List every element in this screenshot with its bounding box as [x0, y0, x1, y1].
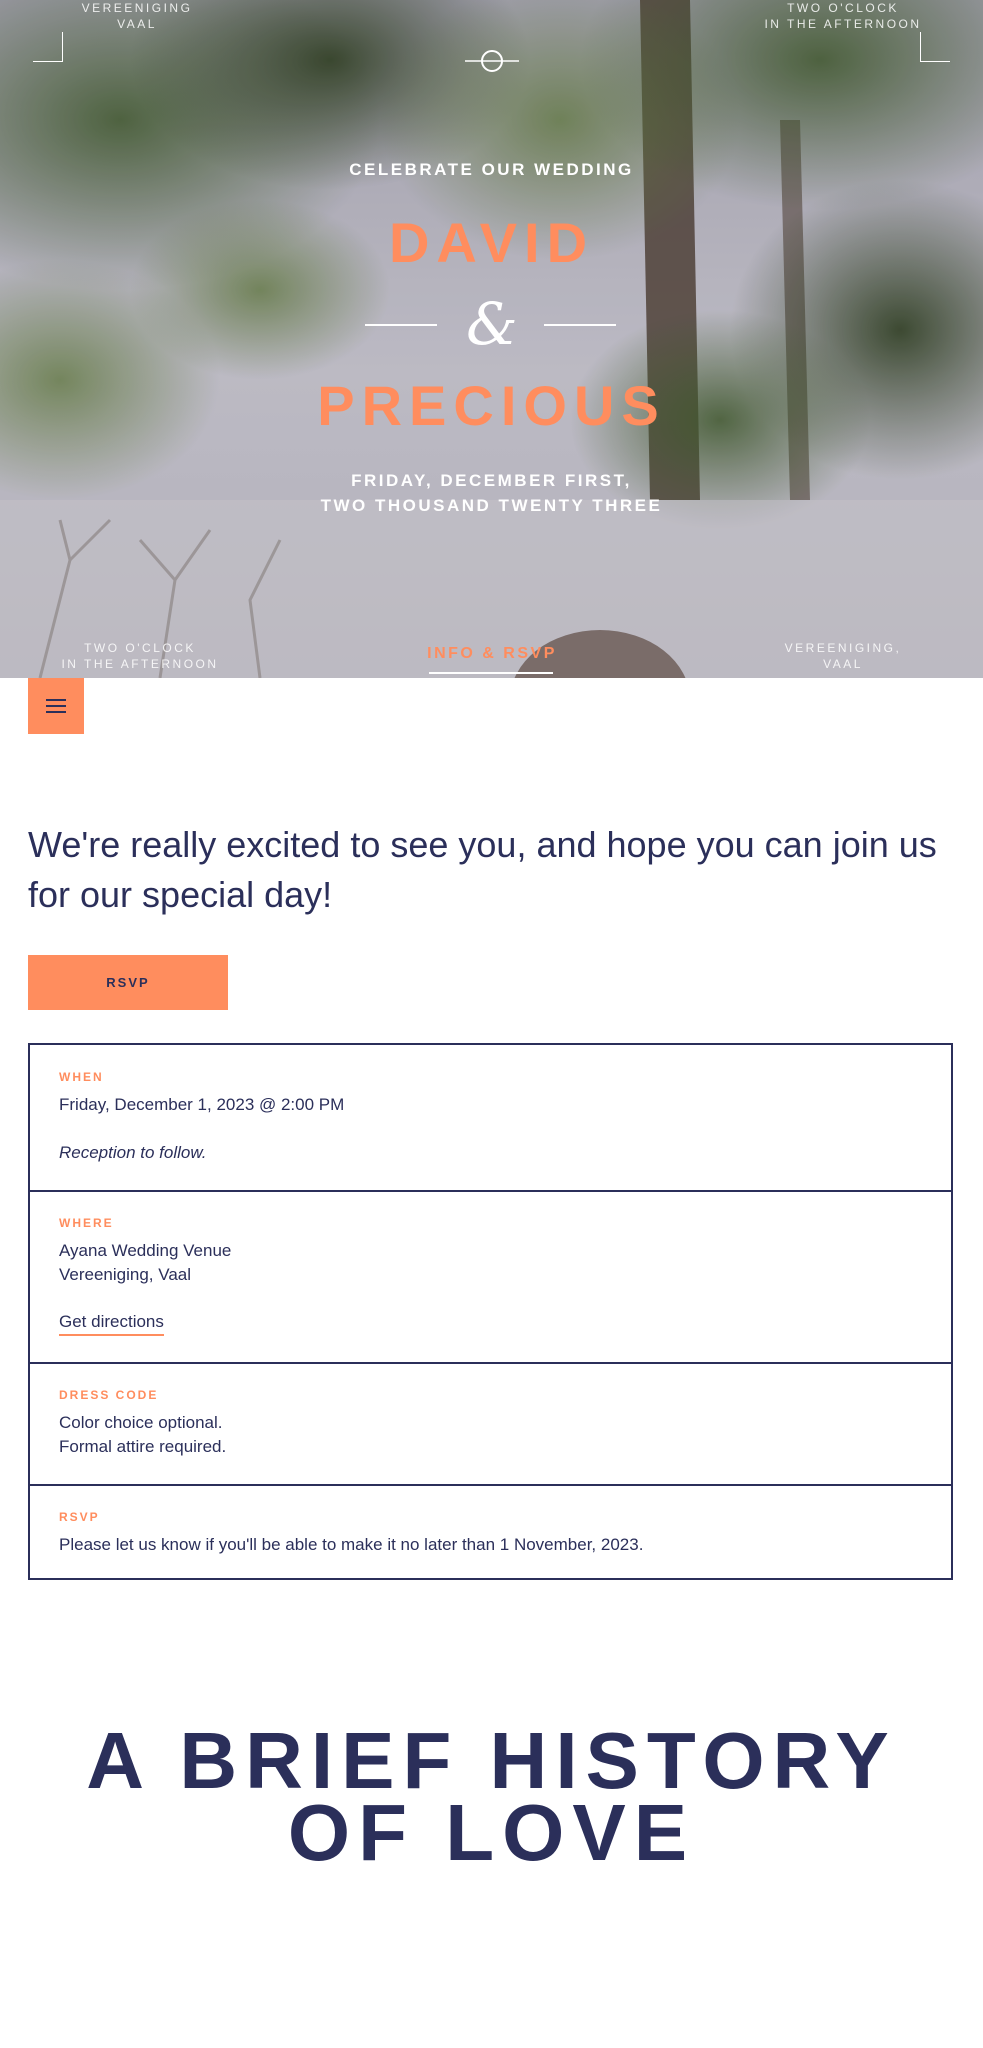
details-when-section: WHEN Friday, December 1, 2023 @ 2:00 PM … [30, 1045, 951, 1190]
hero-name-first: DAVID [388, 211, 595, 274]
hero-kicker: CELEBRATE OUR WEDDING [349, 160, 634, 179]
when-reception-note: Reception to follow. [59, 1143, 207, 1162]
where-venue-location: Vereeniging, Vaal [59, 1265, 192, 1284]
dress-code-line-1: Color choice optional. [59, 1413, 223, 1432]
bottom-right-label-line-1: VEREENIGING, [784, 641, 902, 655]
history-heading-line-2: OF LOVE [287, 1788, 696, 1877]
bottom-left-time-label: TWO O'CLOCK IN THE AFTERNOON [20, 640, 260, 672]
circle-ornament-icon [465, 50, 519, 72]
tab-info-rsvp[interactable]: INFO & RSVP [392, 645, 592, 663]
top-right-time-label: TWO O'CLOCK IN THE AFTERNOON [753, 0, 933, 32]
bottom-right-label-line-2: VAAL [823, 657, 863, 671]
ampersand-icon: & [466, 290, 518, 358]
rsvp-button[interactable]: RSVP [28, 955, 228, 1010]
rsvp-deadline-text: Please let us know if you'll be able to … [59, 1535, 644, 1554]
when-date-time: Friday, December 1, 2023 @ 2:00 PM [59, 1095, 345, 1114]
intro-message: We're really excited to see you, and hop… [28, 824, 937, 915]
dress-code-label: DRESS CODE [59, 1388, 159, 1402]
hero-section: VEREENIGING, VEREENIGING VAAL TWO O'CLOC… [0, 0, 983, 678]
left-divider-line [365, 324, 437, 326]
history-heading-line-1: A BRIEF HISTORY [86, 1716, 897, 1805]
event-details-box: WHEN Friday, December 1, 2023 @ 2:00 PM … [28, 1043, 953, 1580]
hamburger-menu-icon [46, 699, 66, 713]
top-right-corner-bracket [920, 32, 950, 62]
bottom-left-label-line-1: TWO O'CLOCK [84, 641, 196, 655]
hero-name-second: PRECIOUS [317, 374, 666, 437]
get-directions-link[interactable]: Get directions [59, 1312, 164, 1336]
top-left-location-label: VEREENIGING, VEREENIGING VAAL [47, 0, 227, 32]
where-label: WHERE [59, 1216, 114, 1230]
bottom-right-location-label: VEREENIGING, VAAL [723, 640, 963, 672]
bottom-left-label-line-2: IN THE AFTERNOON [61, 657, 219, 671]
active-tab-underline [429, 672, 553, 674]
hero-date-line-1: FRIDAY, DECEMBER FIRST, [351, 471, 632, 490]
details-where-section: WHERE Ayana Wedding Venue Vereeniging, V… [30, 1190, 951, 1362]
ampersand-divider: & [0, 292, 983, 356]
hero-date: FRIDAY, DECEMBER FIRST, TWO THOUSAND TWE… [0, 468, 983, 518]
menu-button[interactable] [28, 678, 84, 734]
when-label: WHEN [59, 1070, 104, 1084]
details-dress-code-section: DRESS CODE Color choice optional. Formal… [30, 1362, 951, 1484]
hero-date-line-2: TWO THOUSAND TWENTY THREE [320, 496, 663, 515]
right-divider-line [544, 324, 616, 326]
top-right-label-text: TWO O'CLOCK IN THE AFTERNOON [764, 1, 922, 31]
top-left-label-text: VEREENIGING VAAL [81, 1, 193, 31]
details-rsvp-section: RSVP Please let us know if you'll be abl… [30, 1484, 951, 1580]
dress-code-line-2: Formal attire required. [59, 1437, 227, 1456]
where-venue-name: Ayana Wedding Venue [59, 1241, 232, 1260]
history-heading: A BRIEF HISTORY OF LOVE [0, 1716, 983, 1877]
rsvp-label: RSVP [59, 1510, 100, 1524]
top-left-corner-bracket [33, 32, 63, 62]
